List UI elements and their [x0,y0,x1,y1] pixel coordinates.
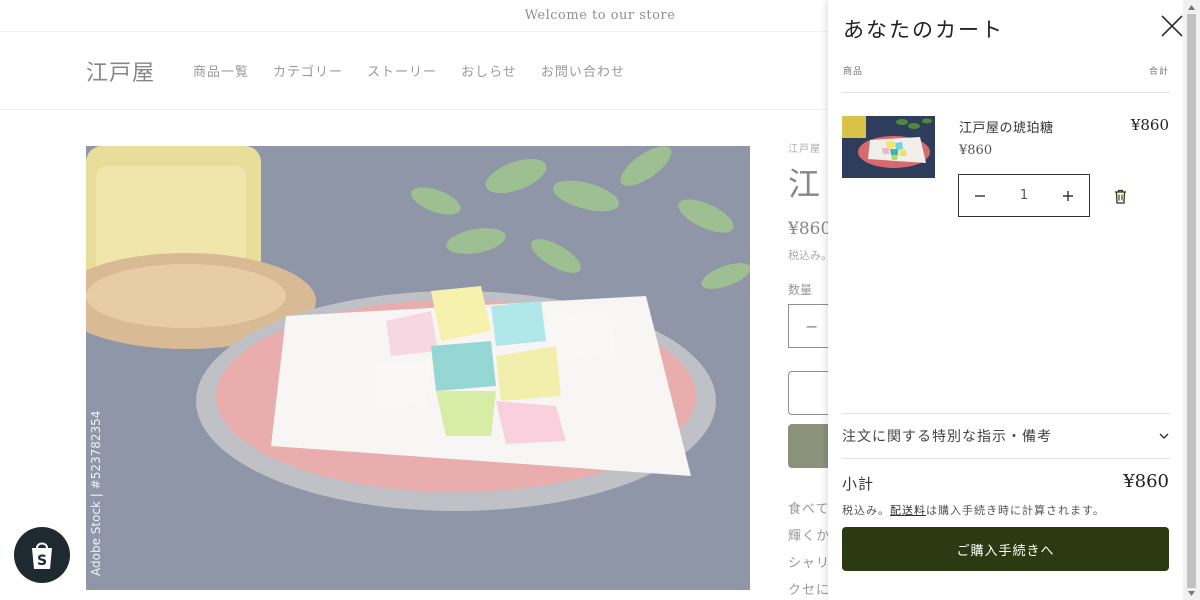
minus-icon [975,194,985,197]
drawer-scrollbar[interactable] [1183,0,1200,600]
plus-icon [1063,190,1073,201]
shopify-bag-icon[interactable]: S [14,527,70,583]
notes-bottom-divider [842,458,1170,459]
tax-note-prefix: 税込み。 [842,504,890,517]
header-divider [842,92,1170,93]
column-total-label: 合計 [1148,67,1169,77]
chevron-down-icon [1159,433,1169,439]
cart-header: あなたのカート [843,14,1184,44]
quantity-stepper [958,174,1090,217]
drawer-backdrop[interactable] [0,0,828,600]
tax-shipping-note: 税込み。配送料は購入手続き時に計算されます。 [842,502,1105,518]
cart-column-headers: 商品 合計 [843,64,1169,77]
cart-item-unit-price: ¥860 [959,143,993,158]
decrease-quantity-button[interactable] [959,175,1001,216]
tax-note-suffix: は購入手続き時に計算されます。 [926,504,1105,517]
column-product-label: 商品 [843,67,864,77]
cart-item-line-total: ¥860 [1130,116,1169,134]
close-icon[interactable] [1160,14,1184,38]
svg-text:S: S [37,553,47,569]
checkout-button[interactable]: ご購入手続きへ [842,527,1169,571]
trash-icon[interactable] [1114,189,1127,204]
cart-item-name[interactable]: 江戸屋の琥珀糖 [959,117,1054,136]
cart-drawer: あなたのカート 商品 合計 江戸屋の琥珀糖 ¥860 ¥860 1 注文に関する… [828,0,1200,600]
order-notes-label: 注文に関する特別な指示・備考 [842,429,1052,445]
cart-title: あなたのカート [843,18,1004,42]
scroll-up-icon[interactable] [1187,3,1196,12]
subtotal-label: 小計 [842,475,875,493]
increase-quantity-button[interactable] [1047,175,1089,216]
scrollbar-thumb[interactable] [1187,14,1196,588]
subtotal-value: ¥860 [1123,471,1169,492]
scroll-down-icon[interactable] [1187,589,1196,598]
quantity-input[interactable] [1004,188,1044,203]
shipping-link[interactable]: 配送料 [890,504,926,517]
cart-item-image[interactable] [842,116,935,178]
order-notes-toggle[interactable]: 注文に関する特別な指示・備考 [842,414,1170,458]
